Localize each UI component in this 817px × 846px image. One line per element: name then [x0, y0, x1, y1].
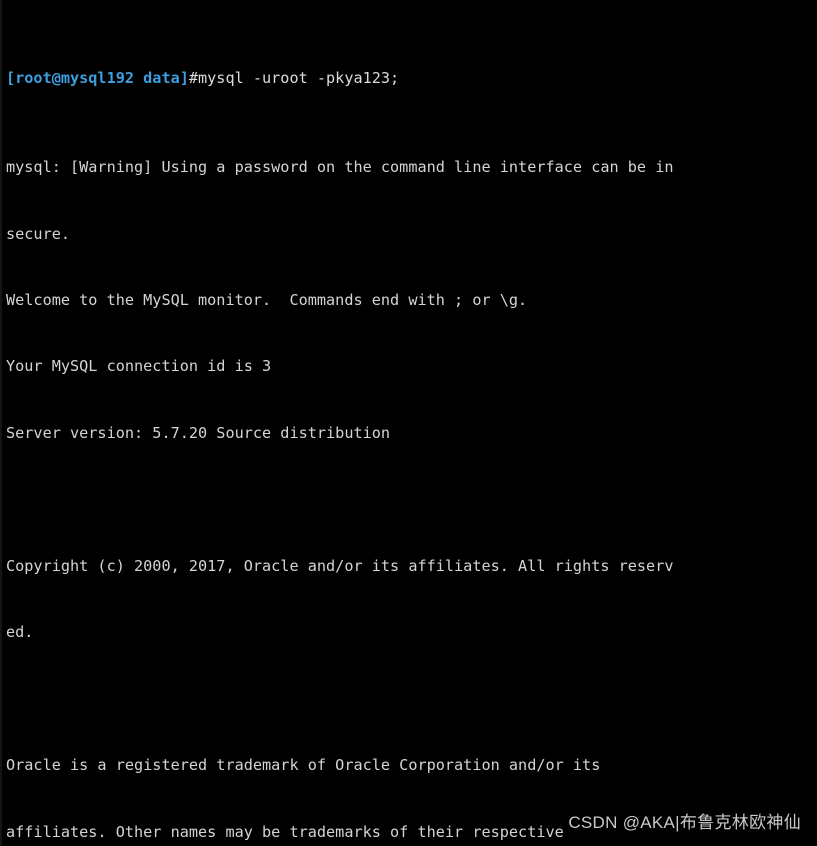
terminal-line: Oracle is a registered trademark of Orac…: [6, 756, 601, 775]
terminal-line-shell-command: [root@mysql192 data]#mysql -uroot -pkya1…: [6, 67, 817, 89]
terminal-line: mysql: [Warning] Using a password on the…: [6, 158, 674, 177]
terminal-line: Copyright (c) 2000, 2017, Oracle and/or …: [6, 556, 674, 575]
shell-command-text: #mysql -uroot -pkya123;: [188, 69, 400, 88]
terminal-line: affiliates. Other names may be trademark…: [6, 822, 564, 841]
terminal-line: Your MySQL connection id is 3: [6, 357, 272, 376]
terminal-line: Server version: 5.7.20 Source distributi…: [6, 423, 391, 442]
terminal-line: ed.: [6, 623, 34, 642]
terminal-line: secure.: [6, 224, 71, 243]
terminal-output-area[interactable]: [root@mysql192 data]#mysql -uroot -pkya1…: [2, 0, 817, 846]
shell-prompt: [root@mysql192 data]: [6, 69, 189, 88]
terminal-line: Welcome to the MySQL monitor. Commands e…: [6, 290, 528, 309]
terminal-window[interactable]: [root@mysql192 data]#mysql -uroot -pkya1…: [0, 0, 817, 846]
